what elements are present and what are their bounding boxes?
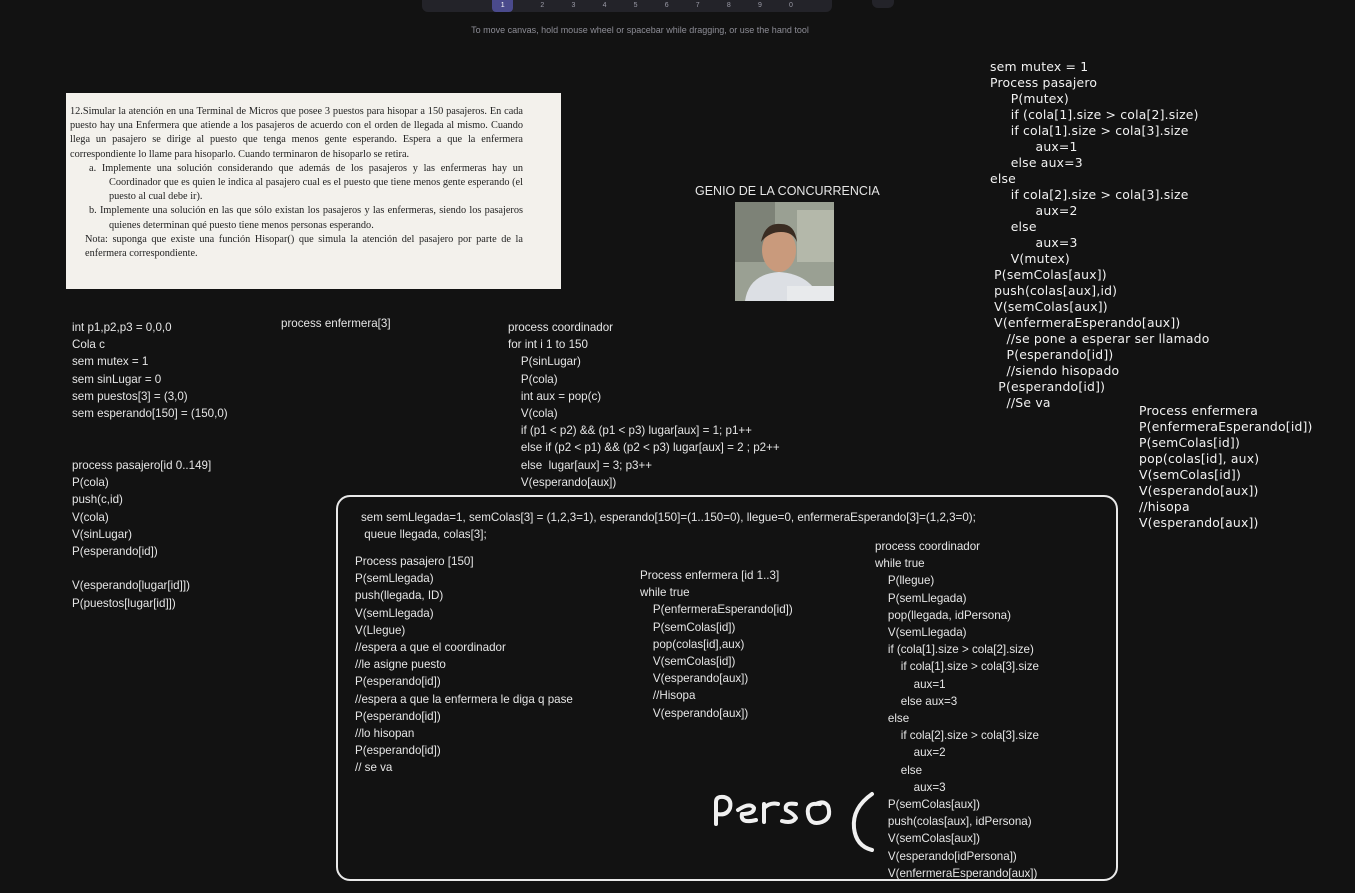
enfermera-process-header[interactable]: process enfermera[3] xyxy=(281,315,391,332)
genio-label[interactable]: GENIO DE LA CONCURRENCIA xyxy=(695,184,880,198)
solution-enfermera-code[interactable]: Process enfermera [id 1..3] while true P… xyxy=(640,567,793,722)
exercise-paragraph: 12.Simular la atención en una Terminal d… xyxy=(70,106,523,160)
tool-button-lock[interactable] xyxy=(430,0,451,12)
solution-pasajero-code[interactable]: Process pasajero [150] P(semLlegada) pus… xyxy=(355,553,573,777)
tool-button-eraser[interactable]: 0 xyxy=(772,0,793,12)
tool-button-diamond[interactable]: 3 xyxy=(554,0,575,12)
person-photo[interactable] xyxy=(735,202,834,301)
exercise-nota: Nota: suponga que existe una función His… xyxy=(85,233,523,260)
exercise-item-b: b. Implemente una solución en las que só… xyxy=(89,205,523,231)
tool-button-more[interactable] xyxy=(803,0,824,12)
tool-button-selection[interactable]: 1 xyxy=(492,0,514,12)
freehand-scribble[interactable] xyxy=(712,788,882,858)
coordinador-process-text[interactable]: process coordinador for int i 1 to 150 P… xyxy=(508,319,780,491)
exercise-item-a: a. Implemente una solución considerando … xyxy=(89,162,523,203)
tool-button-hand[interactable] xyxy=(461,0,482,12)
handwritten-pasajero-code[interactable]: sem mutex = 1 Process pasajero P(mutex) … xyxy=(990,59,1210,411)
tool-button-ellipse[interactable]: 4 xyxy=(585,0,607,12)
tool-button-image[interactable]: 9 xyxy=(741,0,762,12)
tool-button-text[interactable]: 8 xyxy=(710,0,731,12)
canvas-hint: To move canvas, hold mouse wheel or spac… xyxy=(471,25,809,35)
solution-coordinador-code[interactable]: process coordinador while true P(llegue)… xyxy=(875,538,1039,881)
drawing-toolbar: 1 2 3 4 5 6 7 8 9 0 xyxy=(422,0,832,12)
tool-button-rectangle[interactable]: 2 xyxy=(523,0,544,12)
tool-button-line[interactable]: 6 xyxy=(648,0,669,12)
tool-button-arrow[interactable]: 5 xyxy=(616,0,638,12)
handwritten-enfermera-code[interactable]: Process enfermera P(enfermeraEsperando[i… xyxy=(1139,403,1313,531)
exercise-statement-image[interactable]: 12.Simular la atención en una Terminal d… xyxy=(66,93,561,289)
library-button[interactable] xyxy=(872,0,894,8)
declarations-text[interactable]: int p1,p2,p3 = 0,0,0 Cola c sem mutex = … xyxy=(72,319,228,422)
pasajero-process-text[interactable]: process pasajero[id 0..149] P(cola) push… xyxy=(72,457,211,612)
tool-button-draw[interactable]: 7 xyxy=(679,0,700,12)
